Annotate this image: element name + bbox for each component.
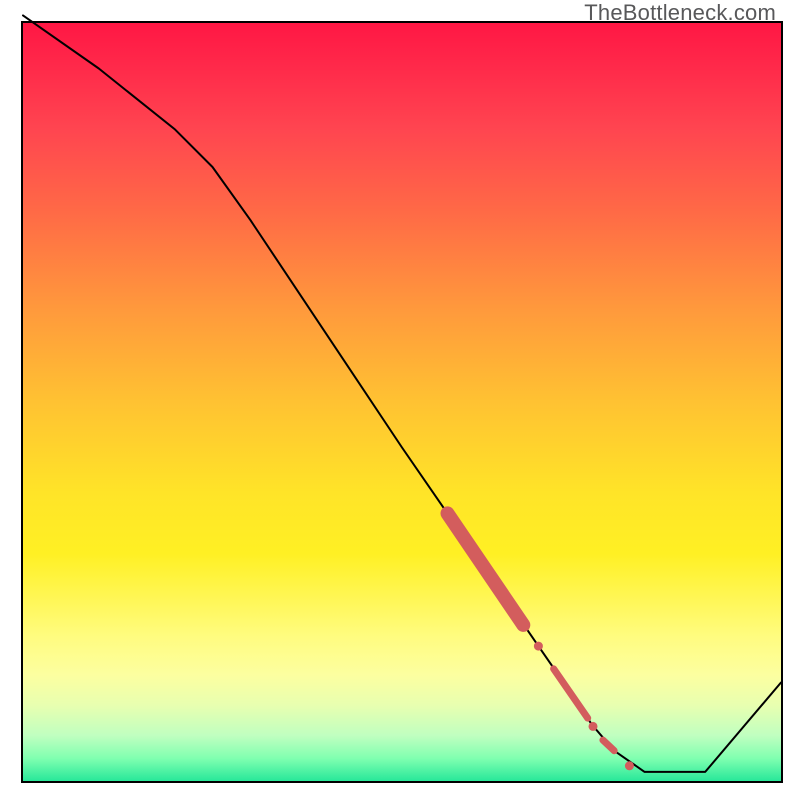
chart-svg [23,23,781,781]
highlight-thin2 [603,740,614,751]
highlight-segments [448,513,615,750]
marker-dot-0 [534,642,543,651]
chart-curve [23,15,781,772]
marker-dot-2 [625,761,634,770]
chart-plot-area [21,21,783,783]
marker-dot-1 [589,722,598,731]
highlight-thin1 [554,669,588,718]
highlight-thick [448,513,524,625]
